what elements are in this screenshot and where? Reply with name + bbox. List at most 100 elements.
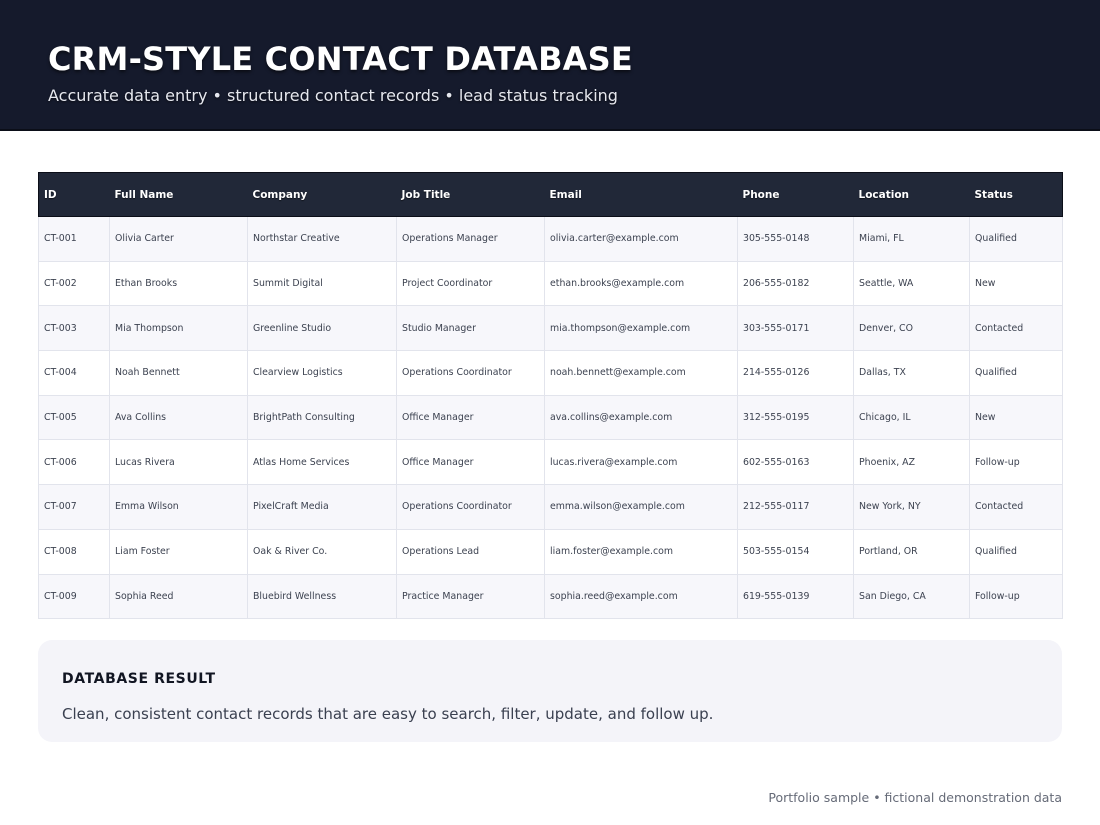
cell-job-title: Office Manager bbox=[396, 394, 545, 441]
cell-full-name: Lucas Rivera bbox=[109, 439, 248, 486]
cell-location: Miami, FL bbox=[853, 216, 970, 262]
cell-email: mia.thompson@example.com bbox=[544, 305, 738, 352]
cell-location: San Diego, CA bbox=[853, 573, 970, 620]
cell-phone: 212-555-0117 bbox=[737, 484, 854, 530]
cell-status: Qualified bbox=[969, 216, 1063, 262]
cell-email: olivia.carter@example.com bbox=[544, 216, 738, 262]
cell-phone: 503-555-0154 bbox=[737, 528, 854, 575]
cell-job-title: Studio Manager bbox=[396, 305, 545, 352]
cell-location: Dallas, TX bbox=[853, 350, 970, 396]
cell-full-name: Mia Thompson bbox=[109, 305, 248, 352]
cell-id: CT-006 bbox=[38, 439, 110, 486]
cell-job-title: Project Coordinator bbox=[396, 260, 545, 307]
table-row[interactable]: CT-001 Olivia Carter Northstar Creative … bbox=[38, 216, 1063, 262]
cell-id: CT-001 bbox=[38, 216, 110, 262]
column-header-full-name[interactable]: Full Name bbox=[109, 172, 248, 217]
cell-status: Follow-up bbox=[969, 573, 1063, 620]
cell-email: ethan.brooks@example.com bbox=[544, 260, 738, 307]
cell-company: Summit Digital bbox=[247, 260, 397, 307]
table-row[interactable]: CT-006 Lucas Rivera Atlas Home Services … bbox=[38, 439, 1063, 486]
cell-email: lucas.rivera@example.com bbox=[544, 439, 738, 486]
cell-phone: 305-555-0148 bbox=[737, 216, 854, 262]
cell-job-title: Practice Manager bbox=[396, 573, 545, 620]
column-header-phone[interactable]: Phone bbox=[737, 172, 854, 217]
cell-email: emma.wilson@example.com bbox=[544, 484, 738, 530]
cell-status: New bbox=[969, 394, 1063, 441]
cell-id: CT-002 bbox=[38, 260, 110, 307]
cell-status: Follow-up bbox=[969, 439, 1063, 486]
cell-id: CT-009 bbox=[38, 573, 110, 620]
table-row[interactable]: CT-003 Mia Thompson Greenline Studio Stu… bbox=[38, 305, 1063, 352]
cell-job-title: Operations Manager bbox=[396, 216, 545, 262]
cell-full-name: Emma Wilson bbox=[109, 484, 248, 530]
cell-company: Greenline Studio bbox=[247, 305, 397, 352]
cell-full-name: Olivia Carter bbox=[109, 216, 248, 262]
cell-job-title: Operations Coordinator bbox=[396, 484, 545, 530]
column-header-email[interactable]: Email bbox=[544, 172, 738, 217]
cell-phone: 206-555-0182 bbox=[737, 260, 854, 307]
cell-status: Qualified bbox=[969, 350, 1063, 396]
page-subtitle: Accurate data entry • structured contact… bbox=[48, 86, 618, 105]
cell-id: CT-003 bbox=[38, 305, 110, 352]
table-body: CT-001 Olivia Carter Northstar Creative … bbox=[38, 216, 1063, 620]
table-row[interactable]: CT-005 Ava Collins BrightPath Consulting… bbox=[38, 394, 1063, 441]
cell-id: CT-007 bbox=[38, 484, 110, 530]
cell-job-title: Operations Coordinator bbox=[396, 350, 545, 396]
cell-job-title: Operations Lead bbox=[396, 528, 545, 575]
cell-location: Seattle, WA bbox=[853, 260, 970, 307]
cell-phone: 312-555-0195 bbox=[737, 394, 854, 441]
cell-full-name: Liam Foster bbox=[109, 528, 248, 575]
cell-location: Denver, CO bbox=[853, 305, 970, 352]
table-row[interactable]: CT-008 Liam Foster Oak & River Co. Opera… bbox=[38, 528, 1063, 575]
column-header-location[interactable]: Location bbox=[853, 172, 970, 217]
cell-id: CT-004 bbox=[38, 350, 110, 396]
cell-job-title: Office Manager bbox=[396, 439, 545, 486]
page-title: CRM-STYLE CONTACT DATABASE bbox=[48, 40, 633, 78]
result-heading: DATABASE RESULT bbox=[62, 671, 216, 687]
table-row[interactable]: CT-002 Ethan Brooks Summit Digital Proje… bbox=[38, 260, 1063, 307]
cell-company: PixelCraft Media bbox=[247, 484, 397, 530]
cell-status: New bbox=[969, 260, 1063, 307]
cell-email: liam.foster@example.com bbox=[544, 528, 738, 575]
database-result-panel: DATABASE RESULT Clean, consistent contac… bbox=[38, 640, 1062, 742]
cell-location: Phoenix, AZ bbox=[853, 439, 970, 486]
column-header-job-title[interactable]: Job Title bbox=[396, 172, 545, 217]
column-header-id[interactable]: ID bbox=[38, 172, 110, 217]
table-row[interactable]: CT-007 Emma Wilson PixelCraft Media Oper… bbox=[38, 484, 1063, 530]
result-description: Clean, consistent contact records that a… bbox=[62, 705, 714, 723]
cell-phone: 602-555-0163 bbox=[737, 439, 854, 486]
cell-full-name: Ethan Brooks bbox=[109, 260, 248, 307]
cell-phone: 619-555-0139 bbox=[737, 573, 854, 620]
cell-full-name: Sophia Reed bbox=[109, 573, 248, 620]
cell-company: Clearview Logistics bbox=[247, 350, 397, 396]
cell-location: Chicago, IL bbox=[853, 394, 970, 441]
cell-phone: 214-555-0126 bbox=[737, 350, 854, 396]
cell-company: Northstar Creative bbox=[247, 216, 397, 262]
cell-phone: 303-555-0171 bbox=[737, 305, 854, 352]
column-header-company[interactable]: Company bbox=[247, 172, 397, 217]
cell-email: ava.collins@example.com bbox=[544, 394, 738, 441]
cell-email: noah.bennett@example.com bbox=[544, 350, 738, 396]
cell-location: New York, NY bbox=[853, 484, 970, 530]
contacts-table-container: ID Full Name Company Job Title Email Pho… bbox=[38, 172, 1063, 620]
cell-status: Contacted bbox=[969, 484, 1063, 530]
cell-company: Oak & River Co. bbox=[247, 528, 397, 575]
cell-full-name: Ava Collins bbox=[109, 394, 248, 441]
cell-status: Qualified bbox=[969, 528, 1063, 575]
column-header-status[interactable]: Status bbox=[969, 172, 1063, 217]
cell-full-name: Noah Bennett bbox=[109, 350, 248, 396]
cell-status: Contacted bbox=[969, 305, 1063, 352]
table-header: ID Full Name Company Job Title Email Pho… bbox=[38, 172, 1063, 217]
footer-note: Portfolio sample • fictional demonstrati… bbox=[768, 790, 1062, 805]
cell-email: sophia.reed@example.com bbox=[544, 573, 738, 620]
page-header: CRM-STYLE CONTACT DATABASE Accurate data… bbox=[0, 0, 1100, 131]
table-row[interactable]: CT-009 Sophia Reed Bluebird Wellness Pra… bbox=[38, 573, 1063, 620]
cell-company: Atlas Home Services bbox=[247, 439, 397, 486]
cell-id: CT-008 bbox=[38, 528, 110, 575]
contacts-table: ID Full Name Company Job Title Email Pho… bbox=[38, 172, 1063, 620]
cell-id: CT-005 bbox=[38, 394, 110, 441]
cell-company: Bluebird Wellness bbox=[247, 573, 397, 620]
cell-company: BrightPath Consulting bbox=[247, 394, 397, 441]
cell-location: Portland, OR bbox=[853, 528, 970, 575]
table-row[interactable]: CT-004 Noah Bennett Clearview Logistics … bbox=[38, 350, 1063, 396]
